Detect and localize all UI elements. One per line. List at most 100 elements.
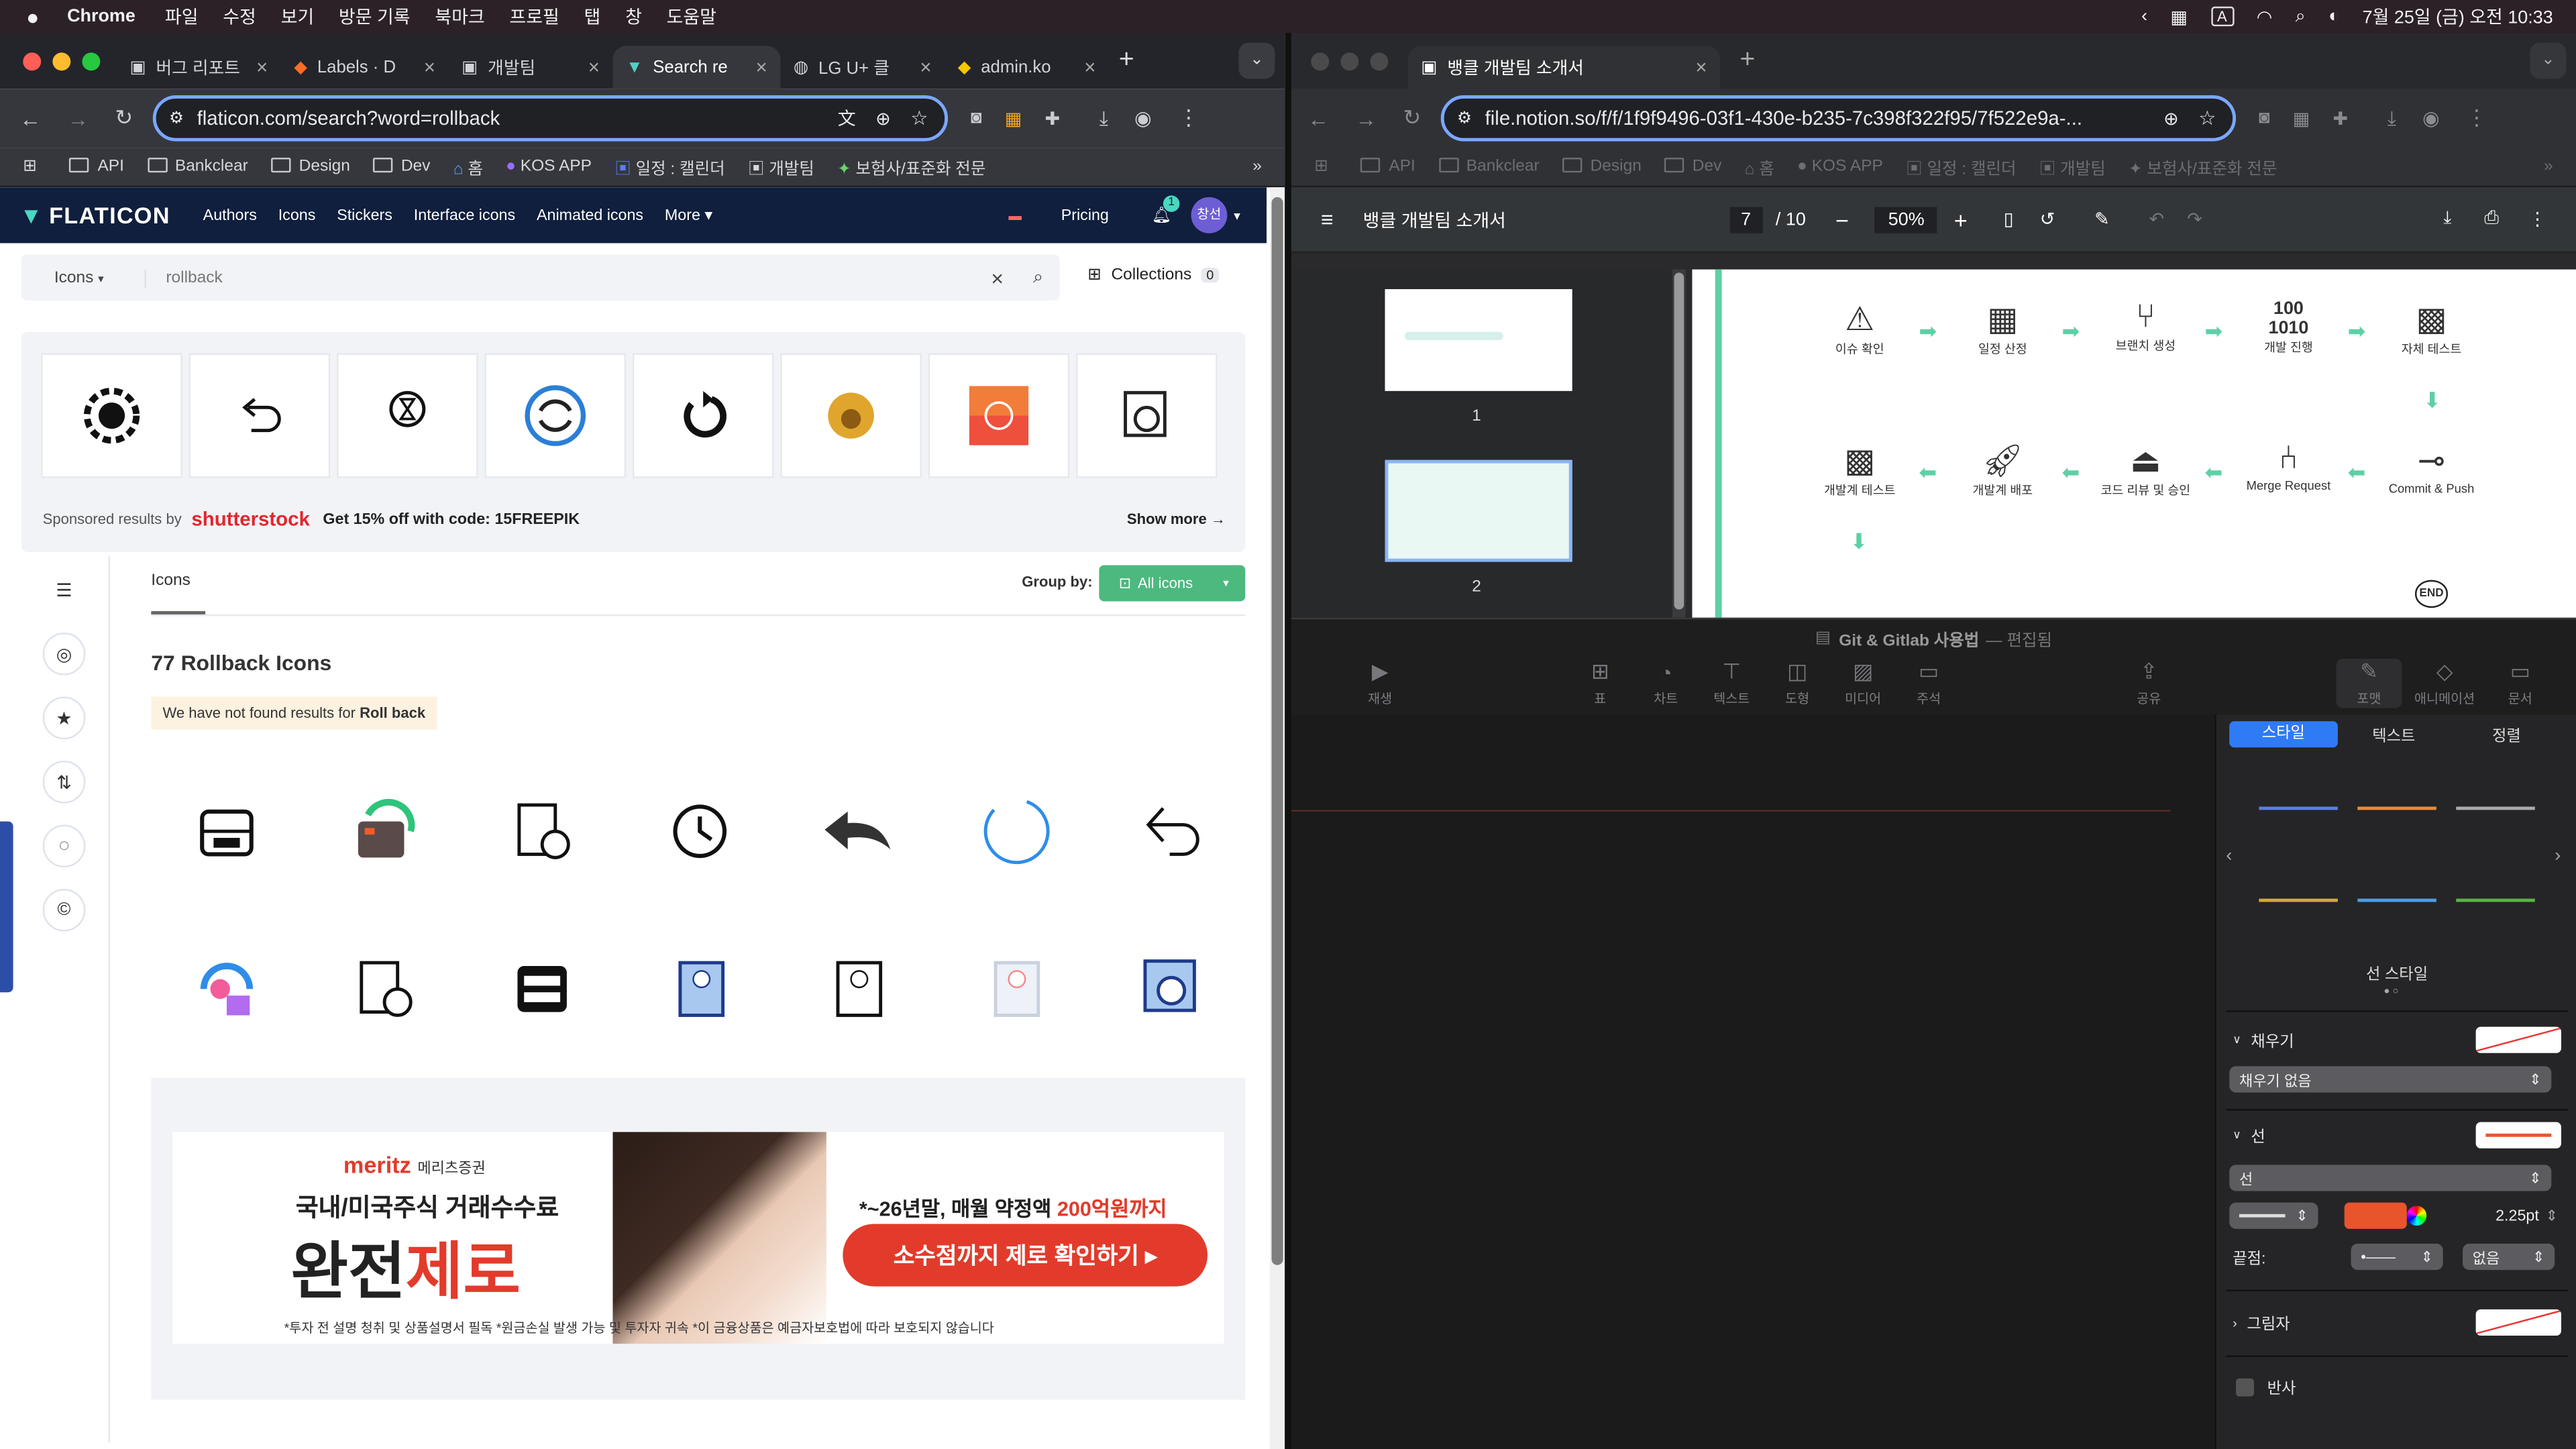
text-button[interactable]: ⊤ 텍스트 bbox=[1699, 659, 1764, 708]
sponsored-thumb[interactable] bbox=[780, 353, 922, 478]
result-icon-return-arrow[interactable] bbox=[1094, 753, 1252, 910]
menu-help[interactable]: 도움말 bbox=[667, 3, 716, 30]
start-endpoint-select[interactable]: •—— ⇕ bbox=[2351, 1243, 2443, 1271]
style-icon[interactable]: ★ bbox=[42, 696, 86, 740]
more-bookmarks-icon[interactable]: » bbox=[2544, 158, 2553, 176]
download-icon[interactable]: ⤓ bbox=[1099, 106, 1108, 131]
bookmark-design[interactable]: Design bbox=[271, 158, 350, 176]
preset-left-arrow-icon[interactable]: ‹ bbox=[2226, 846, 2232, 865]
avatar-chevron-icon[interactable]: ▾ bbox=[1234, 208, 1240, 223]
preset-line-gray[interactable] bbox=[2456, 806, 2535, 810]
extensions-icon[interactable]: ✚ bbox=[1044, 107, 1060, 129]
search-input[interactable]: rollback bbox=[146, 268, 222, 286]
bookmark-home[interactable]: ⌂ 홈 bbox=[453, 154, 483, 179]
shutterstock-logo[interactable]: shutterstock bbox=[191, 508, 309, 531]
result-icon-code-doc[interactable] bbox=[464, 753, 621, 910]
stroke-select[interactable]: 선 ⇕ bbox=[2229, 1165, 2552, 1191]
zoom-in-button[interactable]: + bbox=[1954, 206, 1968, 232]
play-button[interactable]: ▶ 재생 bbox=[1347, 659, 1413, 708]
result-icon-server-rollback[interactable] bbox=[148, 753, 305, 910]
comment-button[interactable]: ▭ 주석 bbox=[1896, 659, 1962, 708]
group-by-select[interactable]: ⊡ All icons ▾ bbox=[1099, 565, 1246, 602]
menu-edit[interactable]: 수정 bbox=[223, 3, 256, 30]
close-tab-icon[interactable]: × bbox=[256, 56, 268, 78]
tab-style[interactable]: 스타일 bbox=[2229, 721, 2338, 748]
sponsored-thumb[interactable] bbox=[632, 353, 774, 478]
bookmark-home[interactable]: ⌂ 홈 bbox=[1745, 154, 1774, 179]
tab-search-button[interactable]: ⌄ bbox=[1238, 42, 1275, 79]
scrollbar-thumb[interactable] bbox=[1271, 197, 1283, 1265]
undo-icon[interactable]: ↶ bbox=[2149, 209, 2164, 229]
download-icon[interactable]: ⤓ bbox=[2387, 106, 2396, 131]
pdf-scrollbar[interactable] bbox=[1672, 269, 1686, 618]
print-icon[interactable]: ⎙ bbox=[2484, 209, 2499, 230]
bookmark-dev[interactable]: Dev bbox=[373, 158, 430, 176]
reflection-checkbox[interactable] bbox=[2236, 1377, 2255, 1396]
sponsored-thumb[interactable] bbox=[1076, 353, 1218, 478]
format-button[interactable]: ✎ 포맷 bbox=[2336, 659, 2402, 708]
tab-admin[interactable]: ◆ admin.ko × bbox=[945, 46, 1109, 89]
apps-grid-icon[interactable]: ⊞ bbox=[23, 158, 37, 176]
forward-arrow-icon[interactable]: → bbox=[67, 106, 89, 131]
end-endpoint-select[interactable]: 없음 ⇕ bbox=[2463, 1243, 2555, 1271]
search-type-select[interactable]: Icons ▾ bbox=[21, 268, 146, 287]
bookmark-api[interactable]: API bbox=[69, 158, 124, 176]
tab-labels[interactable]: ◆ Labels · D × bbox=[281, 46, 449, 89]
back-arrow-icon[interactable]: ← bbox=[19, 106, 41, 131]
preset-right-arrow-icon[interactable]: › bbox=[2555, 846, 2561, 865]
sponsored-thumb[interactable] bbox=[337, 353, 478, 478]
fit-page-icon[interactable]: ▯ bbox=[2004, 209, 2014, 229]
menu-bookmarks[interactable]: 북마크 bbox=[435, 3, 484, 30]
screenshot-icon[interactable]: ◙ bbox=[2259, 109, 2269, 128]
zoom-out-button[interactable]: − bbox=[1835, 206, 1849, 232]
site-info-icon[interactable]: ⚙ bbox=[169, 109, 184, 127]
collections-button[interactable]: ⊞ Collections 0 bbox=[1087, 266, 1219, 284]
tab-search-button[interactable]: ⌄ bbox=[2530, 42, 2567, 79]
search-submit-icon[interactable]: ⌕ bbox=[1033, 267, 1043, 288]
forward-arrow-icon[interactable]: → bbox=[1355, 106, 1377, 131]
control-center-icon[interactable]: ◐ bbox=[2328, 7, 2339, 26]
bookmark-kos-app[interactable]: ● KOS APP bbox=[506, 158, 592, 176]
page-input[interactable]: 7 bbox=[1729, 206, 1763, 233]
stroke-color-well[interactable] bbox=[2344, 1202, 2407, 1229]
nav-animated-icons[interactable]: Animated icons bbox=[537, 206, 643, 224]
menu-profile[interactable]: 프로필 bbox=[509, 3, 559, 30]
apps-grid-icon[interactable]: ⊞ bbox=[1314, 158, 1328, 176]
document-button[interactable]: ▭ 문서 bbox=[2487, 659, 2553, 708]
bookmark-bankclear[interactable]: Bankclear bbox=[147, 158, 248, 176]
menu-file[interactable]: 파일 bbox=[165, 3, 199, 30]
tab-icons[interactable]: Icons bbox=[151, 572, 191, 590]
side-edge-handle[interactable] bbox=[0, 821, 13, 993]
reload-icon[interactable]: ↻ bbox=[1403, 105, 1421, 131]
media-button[interactable]: ▨ 미디어 bbox=[1830, 659, 1896, 708]
close-tab-icon[interactable]: × bbox=[588, 56, 600, 78]
ad-cta-button[interactable]: 소수점까지 제로 확인하기 ▸ bbox=[843, 1224, 1208, 1287]
show-more-link[interactable]: Show more → bbox=[1127, 511, 1226, 527]
page-scrollbar[interactable] bbox=[1270, 187, 1285, 1449]
reload-icon[interactable]: ↻ bbox=[115, 105, 133, 131]
result-icon-back-arrow[interactable] bbox=[779, 753, 936, 910]
zoom-icon[interactable]: ⊕ bbox=[2163, 107, 2179, 129]
close-window-button[interactable] bbox=[1311, 52, 1330, 70]
address-bar[interactable]: ⚙ file.notion.so/f/f/1f9f9496-03f1-430e-… bbox=[1440, 95, 2236, 142]
minimize-window-button[interactable] bbox=[1340, 52, 1359, 70]
bookmark-dev[interactable]: Dev bbox=[1664, 158, 1721, 176]
sponsored-thumb[interactable] bbox=[189, 353, 331, 478]
bookmark-calendar[interactable]: ▣ 일정 : 캘린더 bbox=[1906, 154, 2016, 179]
annotate-icon[interactable]: ✎ bbox=[2094, 209, 2110, 229]
pdf-more-icon[interactable]: ⋮ bbox=[2528, 209, 2546, 229]
preset-line-skyblue[interactable] bbox=[2357, 898, 2436, 902]
tab-arrange[interactable]: 정렬 bbox=[2450, 723, 2563, 746]
tab-lg-uplus[interactable]: ◍ LG U+ 클 × bbox=[780, 46, 945, 89]
pricing-link[interactable]: Pricing bbox=[1061, 206, 1109, 224]
bookmark-dev-team[interactable]: ▣ 개발팀 bbox=[2039, 154, 2106, 179]
bookmark-api[interactable]: API bbox=[1360, 158, 1415, 176]
color-wheel-icon[interactable] bbox=[2406, 1205, 2427, 1226]
nav-interface-icons[interactable]: Interface icons bbox=[414, 206, 515, 224]
url-text[interactable]: flaticon.com/search?word=rollback bbox=[197, 107, 500, 129]
close-tab-icon[interactable]: × bbox=[424, 56, 435, 78]
app-name[interactable]: Chrome bbox=[67, 7, 136, 26]
result-icon-light-doc[interactable] bbox=[936, 910, 1094, 1068]
tab-bug-report[interactable]: ▣ 버그 리포트 × bbox=[117, 46, 281, 89]
sponsored-thumb[interactable] bbox=[928, 353, 1070, 478]
